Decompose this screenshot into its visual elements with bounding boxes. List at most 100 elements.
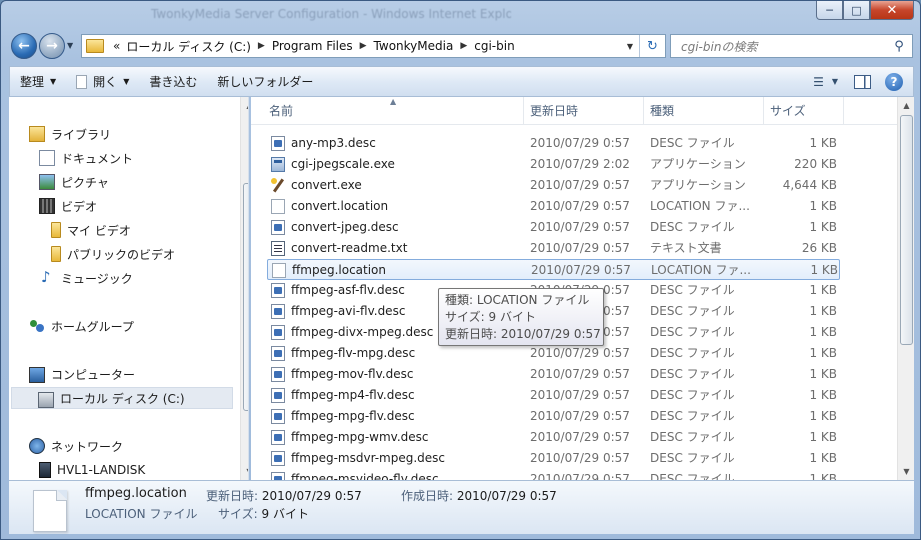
- file-row[interactable]: convert.exe 2010/07/29 0:57 アプリケーション 4,644 …: [267, 175, 840, 196]
- scroll-down-icon[interactable]: ▼: [898, 463, 914, 480]
- file-row[interactable]: convert-jpeg.desc 2010/07/29 0:57 DESC ファイ…: [267, 217, 840, 238]
- view-options-icon[interactable]: ☰: [809, 75, 828, 89]
- nav-libraries[interactable]: ライブラリ: [29, 124, 111, 144]
- chevron-down-icon[interactable]: ▼: [828, 77, 842, 86]
- chevron-down-icon: ▼: [123, 77, 130, 86]
- file-name: ffmpeg-msvideo-flv.desc: [291, 472, 439, 480]
- file-type: DESC ファイル: [650, 346, 735, 360]
- desc-file-icon: [271, 136, 285, 151]
- computer-icon: [29, 367, 45, 383]
- close-button[interactable]: ✕: [870, 1, 914, 20]
- folder-icon: [51, 222, 61, 238]
- nav-scroll-thumb[interactable]: [243, 183, 248, 411]
- created-label: 作成日時:: [401, 489, 454, 503]
- nav-nas[interactable]: HVL1-LANDISK: [39, 460, 145, 480]
- file-size: 26 KB: [801, 241, 837, 255]
- new-folder-button[interactable]: 新しいフォルダー: [207, 67, 323, 96]
- title-bar[interactable]: TwonkyMedia Server Configuration - Windo…: [1, 1, 920, 31]
- file-row[interactable]: ffmpeg-msvideo-flv.desc 2010/07/29 0:57 DE…: [267, 469, 840, 480]
- scroll-up-icon[interactable]: ▲: [241, 97, 248, 114]
- organize-button[interactable]: 整理 ▼: [10, 67, 66, 96]
- nav-videos[interactable]: ビデオ: [39, 196, 97, 216]
- file-type: テキスト文書: [650, 241, 722, 255]
- file-name: convert-readme.txt: [291, 241, 408, 255]
- file-date: 2010/07/29 0:57: [530, 220, 630, 234]
- scroll-up-icon[interactable]: ▲: [898, 97, 914, 114]
- file-row[interactable]: ffmpeg-mpg-flv.desc 2010/07/29 0:57 DESC フ…: [267, 406, 840, 427]
- breadcrumb-cgi-bin[interactable]: cgi-bin: [474, 39, 514, 53]
- file-date: 2010/07/29 0:57: [530, 472, 630, 480]
- file-row[interactable]: cgi-jpegscale.exe 2010/07/29 2:02 アプリケーション…: [267, 154, 840, 175]
- file-size: 1 KB: [809, 472, 837, 480]
- minimize-button[interactable]: ─: [816, 1, 843, 20]
- file-row[interactable]: convert-readme.txt 2010/07/29 0:57 テキスト文書 2…: [267, 238, 840, 259]
- file-size: 1 KB: [809, 304, 837, 318]
- modified-label: 更新日時:: [206, 489, 259, 503]
- chevron-right-icon[interactable]: ▶: [460, 41, 467, 51]
- details-size: サイズ: 9 バイト: [218, 505, 309, 522]
- network-icon: [29, 438, 45, 454]
- burn-button[interactable]: 書き込む: [139, 67, 207, 96]
- refresh-button[interactable]: ↻: [639, 35, 665, 57]
- file-size: 1 KB: [809, 325, 837, 339]
- nas-icon: [39, 462, 51, 478]
- file-list-scrollbar[interactable]: ▲ ▼: [897, 97, 914, 480]
- nav-label: ドキュメント: [61, 151, 134, 166]
- recent-pages-dropdown[interactable]: ▼: [67, 41, 73, 50]
- chevron-right-icon[interactable]: ▶: [258, 41, 265, 51]
- nav-music[interactable]: ミュージック: [39, 268, 133, 288]
- back-button[interactable]: ←: [11, 33, 37, 59]
- search-input[interactable]: cgi-binの検索: [681, 38, 886, 55]
- nav-pictures[interactable]: ピクチャ: [39, 172, 109, 192]
- arrow-left-icon: ←: [18, 38, 30, 54]
- file-row[interactable]: ffmpeg-flv-mpg.desc 2010/07/29 0:57 DESC フ…: [267, 343, 840, 364]
- address-bar[interactable]: « ローカル ディスク (C:) ▶ Program Files ▶ Twonk…: [81, 34, 666, 58]
- explorer-window: TwonkyMedia Server Configuration - Windo…: [0, 0, 921, 540]
- breadcrumb-twonkymedia[interactable]: TwonkyMedia: [374, 39, 454, 53]
- file-date: 2010/07/29 0:57: [530, 367, 630, 381]
- column-size[interactable]: サイズ: [764, 97, 844, 125]
- file-scroll-thumb[interactable]: [900, 115, 913, 345]
- size-label: サイズ:: [218, 507, 258, 521]
- breadcrumb-local-disk[interactable]: ローカル ディスク (C:): [126, 38, 251, 55]
- forward-button[interactable]: →: [39, 33, 65, 59]
- nav-local-disk[interactable]: ローカル ディスク (C:): [11, 387, 233, 409]
- chevron-right-icon[interactable]: ▶: [360, 41, 367, 51]
- nav-computer[interactable]: コンピューター: [29, 364, 135, 384]
- nav-network[interactable]: ネットワーク: [29, 436, 123, 456]
- nav-homegroup[interactable]: ホームグループ: [29, 316, 134, 336]
- open-button[interactable]: 開く ▼: [66, 67, 139, 96]
- column-date[interactable]: 更新日時: [524, 97, 644, 125]
- file-type: DESC ファイル: [650, 409, 735, 423]
- nav-my-videos[interactable]: マイ ビデオ: [51, 220, 131, 240]
- file-row[interactable]: ffmpeg-msdvr-mpeg.desc 2010/07/29 0:57 DES…: [267, 448, 840, 469]
- desc-file-icon: [271, 388, 285, 403]
- nav-scrollbar[interactable]: ▲ ▼: [240, 97, 248, 480]
- nav-public-videos[interactable]: パブリックのビデオ: [51, 244, 175, 264]
- preview-pane-icon[interactable]: [854, 74, 871, 89]
- nav-documents[interactable]: ドキュメント: [39, 148, 133, 168]
- file-row[interactable]: convert.location 2010/07/29 0:57 LOCATION …: [267, 196, 840, 217]
- library-icon: [29, 126, 45, 142]
- address-dropdown-icon[interactable]: ▼: [627, 42, 633, 51]
- search-icon[interactable]: ⚲: [886, 39, 912, 54]
- file-type: LOCATION ファ...: [650, 199, 750, 213]
- breadcrumb-program-files[interactable]: Program Files: [272, 39, 353, 53]
- file-name: any-mp3.desc: [291, 136, 376, 150]
- column-type[interactable]: 種類: [644, 97, 764, 125]
- file-date: 2010/07/29 0:57: [530, 388, 630, 402]
- file-row[interactable]: ffmpeg-mpg-wmv.desc 2010/07/29 0:57 DESC フ…: [267, 427, 840, 448]
- file-row[interactable]: ffmpeg.location 2010/07/29 0:57 LOCATION フ…: [267, 259, 840, 280]
- file-size: 1 KB: [809, 451, 837, 465]
- scroll-down-icon[interactable]: ▼: [241, 463, 248, 480]
- search-box[interactable]: cgi-binの検索 ⚲: [670, 34, 913, 58]
- file-row[interactable]: any-mp3.desc 2010/07/29 0:57 DESC ファイル 1 KB: [267, 133, 840, 154]
- maximize-button[interactable]: □: [843, 1, 870, 20]
- blank-file-icon: [272, 263, 286, 278]
- file-row[interactable]: ffmpeg-mp4-flv.desc 2010/07/29 0:57 DESC フ…: [267, 385, 840, 406]
- file-row[interactable]: ffmpeg-mov-flv.desc 2010/07/29 0:57 DESC フ…: [267, 364, 840, 385]
- breadcrumb-overflow[interactable]: «: [113, 39, 120, 53]
- help-icon[interactable]: ?: [885, 72, 903, 91]
- file-name: ffmpeg-mov-flv.desc: [291, 367, 414, 381]
- desc-file-icon: [271, 367, 285, 382]
